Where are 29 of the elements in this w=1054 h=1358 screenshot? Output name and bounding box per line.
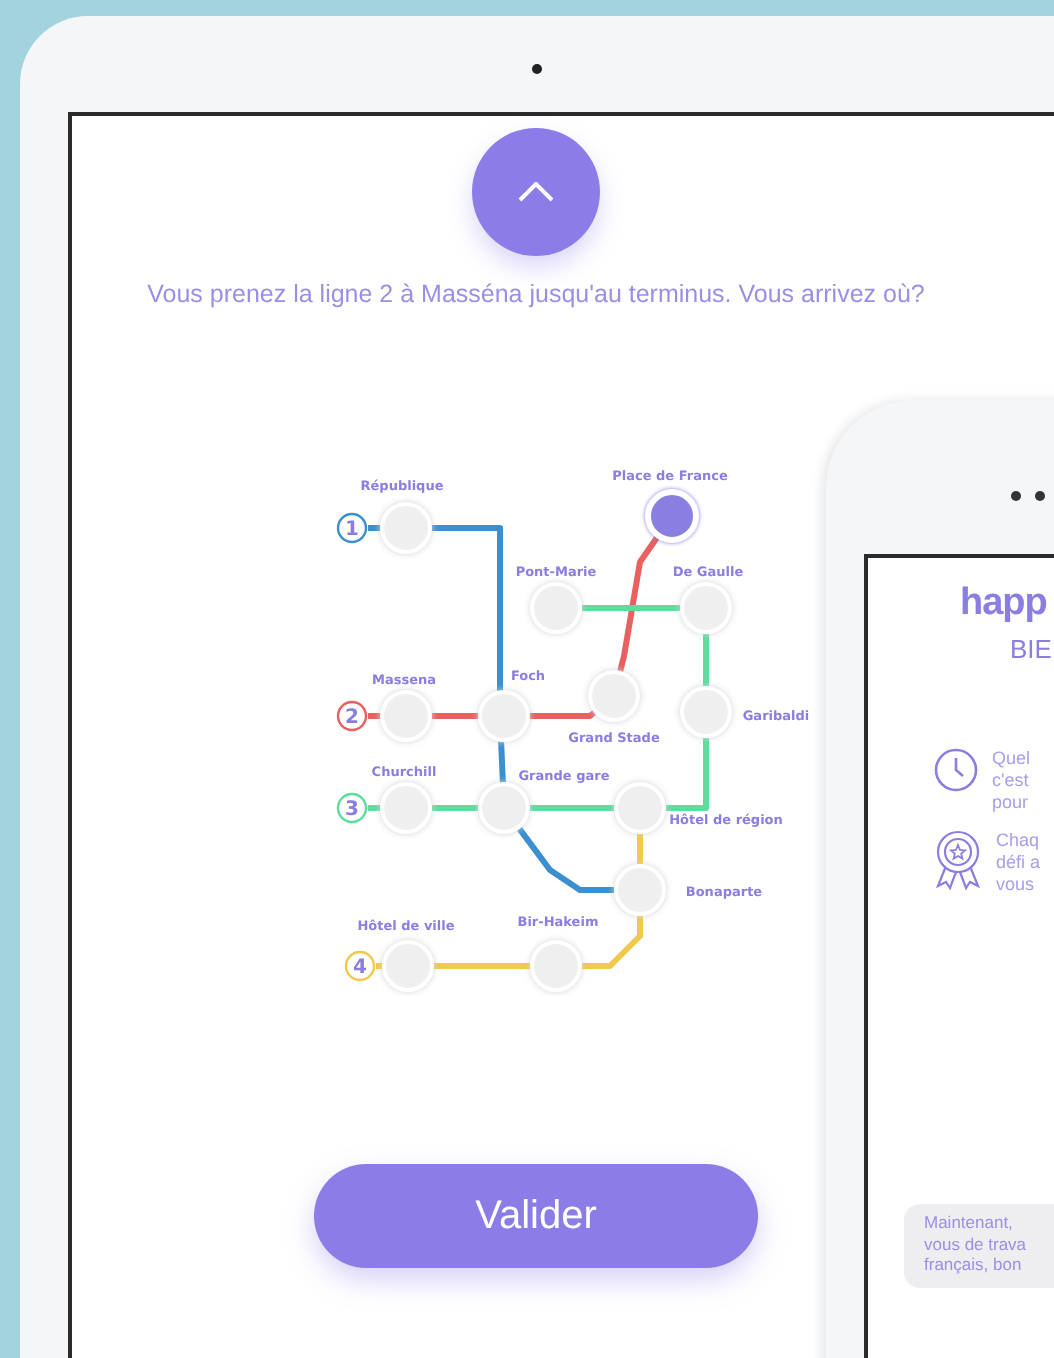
station-marker[interactable] — [588, 670, 640, 722]
feature-text: Quel c'est pour — [992, 748, 1031, 814]
feature-text: Chaq défi a vous — [996, 830, 1041, 896]
station-marker[interactable] — [614, 782, 666, 834]
line-number-badge: 3 — [336, 792, 368, 824]
question-text: Vous prenez la ligne 2 à Masséna jusqu'au terminus. Vous arrivez où? — [147, 280, 925, 308]
station-marker[interactable] — [530, 940, 582, 992]
line-number-badge: 2 — [336, 700, 368, 732]
station-marker[interactable] — [614, 864, 666, 916]
station-marker[interactable] — [680, 686, 732, 738]
station-marker[interactable] — [380, 782, 432, 834]
app-logo: happ — [960, 580, 1047, 628]
line-number-badge: 1 — [336, 512, 368, 544]
station-marker[interactable] — [380, 502, 432, 554]
station-marker[interactable] — [382, 940, 434, 992]
chat-message: Maintenant, vous de trava français, bon — [904, 1204, 1054, 1287]
camera-icon — [532, 64, 542, 74]
station-marker[interactable] — [680, 582, 732, 634]
station-marker[interactable] — [478, 690, 530, 742]
station-marker[interactable] — [645, 489, 699, 543]
clock-icon — [934, 748, 978, 792]
station-marker[interactable] — [380, 690, 432, 742]
chevron-up-icon — [518, 182, 554, 202]
validate-button[interactable]: Valider — [314, 1164, 758, 1268]
station-marker[interactable] — [478, 782, 530, 834]
award-ribbon-icon — [934, 830, 982, 890]
line-number-badge: 4 — [344, 950, 376, 982]
station-marker[interactable] — [530, 582, 582, 634]
subtitle-text: BIE — [1010, 634, 1052, 664]
